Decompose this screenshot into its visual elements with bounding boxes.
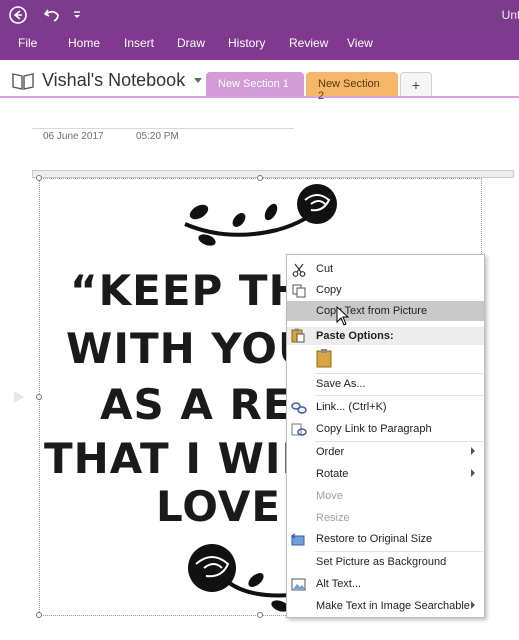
paragraph-handle-icon[interactable] (14, 391, 24, 403)
link-paragraph-icon (291, 422, 307, 438)
notebook-selector[interactable]: Vishal's Notebook (12, 70, 203, 91)
menu-item-move: Move (287, 486, 484, 506)
undo-icon (44, 9, 59, 22)
menu-label-alt-text: Alt Text... (316, 578, 362, 590)
menu-item-copy-text-from-picture[interactable]: Copy Text from Picture (287, 301, 484, 321)
menu-label-order: Order (316, 446, 345, 458)
notebook-bar: Vishal's Notebook New Section 1 New Sect… (0, 60, 519, 102)
resize-handle-left[interactable] (36, 394, 42, 400)
menu-item-alt-text[interactable]: Alt Text... (287, 574, 484, 594)
resize-handle-bottom[interactable] (257, 612, 263, 618)
menu-label-copy-text-from-picture: Copy Text from Picture (316, 305, 428, 317)
notebook-icon (12, 72, 34, 90)
scissors-icon (291, 262, 307, 278)
menu-item-set-picture-background[interactable]: Set Picture as Background (287, 552, 484, 572)
menu-label-cut: Cut (316, 263, 334, 275)
menu-item-resize: Resize (287, 508, 484, 528)
chevron-down-icon (194, 77, 203, 83)
menu-label-copy-link-to-paragraph: Copy Link to Paragraph (316, 423, 432, 435)
menu-item-rotate[interactable]: Rotate (287, 464, 484, 484)
link-icon (291, 400, 307, 416)
section-tab-2[interactable]: New Section 2 (306, 72, 398, 102)
menu-label-resize: Resize (316, 512, 350, 524)
menu-item-make-text-searchable[interactable]: Make Text in Image Searchable (287, 596, 484, 616)
menu-label-copy: Copy (316, 284, 342, 296)
tab-file[interactable]: File (18, 36, 37, 50)
copy-icon (291, 283, 307, 299)
tab-home[interactable]: Home (68, 36, 100, 50)
menu-label-move: Move (316, 490, 343, 502)
resize-handle-top-left[interactable] (36, 175, 42, 181)
tab-history[interactable]: History (228, 36, 265, 50)
resize-handle-bottom-left[interactable] (36, 612, 42, 618)
submenu-arrow-icon (471, 447, 475, 455)
add-section-button[interactable]: + (400, 72, 432, 96)
paste-keep-source-button[interactable] (315, 348, 337, 370)
menu-label-save-as: Save As... (316, 378, 366, 390)
submenu-arrow-icon (471, 601, 475, 609)
tab-insert[interactable]: Insert (124, 36, 154, 50)
menu-item-save-as[interactable]: Save As... (287, 374, 484, 394)
paste-icon (291, 328, 305, 346)
section-tab-1[interactable]: New Section 1 (206, 72, 304, 96)
resize-handle-top[interactable] (257, 175, 263, 181)
notebook-name: Vishal's Notebook (42, 70, 186, 90)
back-arrow-icon (9, 6, 27, 24)
back-button[interactable] (8, 5, 28, 25)
menu-label-rotate: Rotate (316, 468, 349, 480)
undo-button[interactable] (42, 5, 62, 25)
menu-paste-options-header: Paste Options: (287, 327, 484, 345)
menu-label-make-text-searchable: Make Text in Image Searchable (316, 600, 470, 612)
image-container-bar[interactable] (32, 170, 514, 178)
customize-toolbar-button[interactable] (70, 5, 84, 25)
menu-label-restore-original-size: Restore to Original Size (316, 533, 433, 545)
menu-label-link: Link... (Ctrl+K) (316, 401, 387, 413)
menu-label-set-picture-background: Set Picture as Background (316, 556, 447, 568)
restore-size-icon (291, 532, 307, 548)
menu-item-order[interactable]: Order (287, 442, 484, 462)
mouse-cursor-icon (336, 306, 350, 326)
menu-item-copy-link-to-paragraph[interactable]: Copy Link to Paragraph (287, 419, 484, 439)
paste-picture-icon (316, 349, 332, 368)
alt-text-icon (291, 577, 307, 593)
menu-item-link[interactable]: Link... (Ctrl+K) (287, 397, 484, 417)
tab-view[interactable]: View (347, 36, 373, 50)
context-menu: Cut Copy Copy Text from Picture Paste Op… (286, 254, 485, 618)
menu-separator (315, 395, 483, 396)
menu-label-paste-options: Paste Options: (316, 330, 394, 342)
menu-item-copy[interactable]: Copy (287, 280, 484, 300)
ribbon-tabs: File Home Insert Draw History Review Vie… (0, 30, 519, 60)
page-date: 06 June 2017 (43, 131, 104, 142)
tab-draw[interactable]: Draw (177, 36, 205, 50)
menu-item-cut[interactable]: Cut (287, 259, 484, 279)
window-title: Untitl (501, 8, 519, 22)
menu-item-restore-original-size[interactable]: Restore to Original Size (287, 529, 484, 549)
dropdown-icon (74, 11, 80, 18)
submenu-arrow-icon (471, 469, 475, 477)
tab-review[interactable]: Review (289, 36, 328, 50)
page-time: 05:20 PM (136, 131, 179, 142)
title-bar: Untitl (0, 0, 519, 30)
page-title-underline (32, 128, 294, 129)
